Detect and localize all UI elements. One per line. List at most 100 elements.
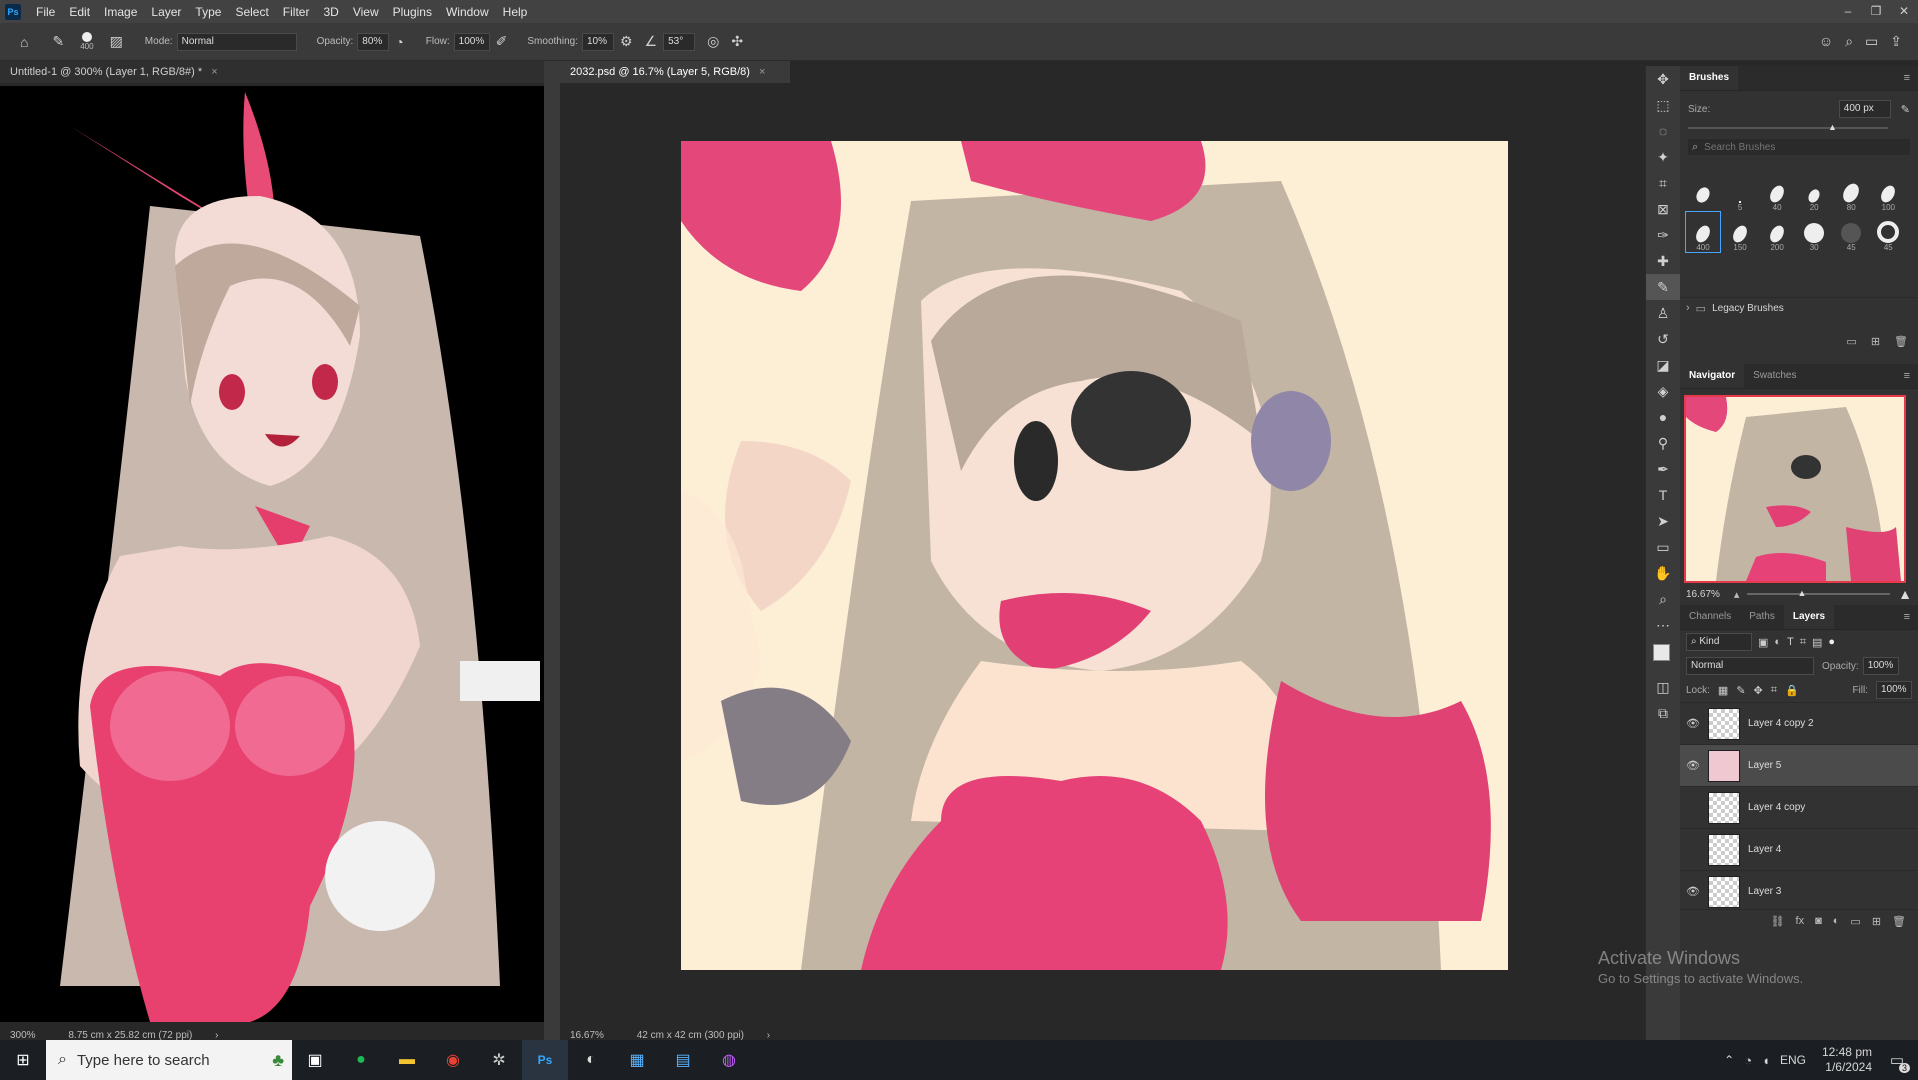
frame-tool-icon[interactable]: ⊠ [1646, 196, 1680, 222]
menu-plugins[interactable]: Plugins [386, 5, 439, 19]
screen-mode-icon[interactable]: ⧉ [1646, 700, 1680, 726]
tab-swatches[interactable]: Swatches [1744, 364, 1805, 388]
tab-navigator[interactable]: Navigator [1680, 364, 1745, 388]
adjustment-layer-icon[interactable]: ◐ [1833, 915, 1840, 927]
magic-wand-tool-icon[interactable]: ✦ [1646, 144, 1680, 170]
spotify-icon[interactable]: ● [338, 1040, 384, 1080]
workspace-icon[interactable]: ▭ [1865, 33, 1878, 50]
filter-smart-object-icon[interactable]: ▤ [1812, 636, 1822, 649]
task-view-icon[interactable]: ▣ [292, 1040, 338, 1080]
filter-adjustment-icon[interactable]: ◐ [1774, 636, 1781, 648]
menu-layer[interactable]: Layer [144, 5, 188, 19]
tab-untitled[interactable]: Untitled-1 @ 300% (Layer 1, RGB/8#) * × [0, 61, 554, 83]
menu-window[interactable]: Window [439, 5, 496, 19]
restore-button[interactable]: ❐ [1862, 0, 1890, 23]
filter-pixel-icon[interactable]: ▣ [1758, 636, 1768, 649]
stamp-tool-icon[interactable]: ♙ [1646, 300, 1680, 326]
search-icon[interactable]: ⌕ [1845, 33, 1853, 50]
layer-kind-filter[interactable]: ⌕ Kind [1686, 633, 1752, 651]
brush-preset[interactable]: 5 [1723, 172, 1757, 212]
filter-type-icon[interactable]: T [1787, 636, 1794, 648]
brush-search-field[interactable]: ⌕ [1688, 139, 1910, 155]
lasso-tool-icon[interactable]: ◌ [1646, 118, 1680, 144]
discord-icon[interactable]: ◍ [706, 1040, 752, 1080]
symmetry-icon[interactable]: ✣ [731, 33, 743, 50]
brush-preset[interactable]: 45 [1871, 212, 1905, 252]
healing-tool-icon[interactable]: ✚ [1646, 248, 1680, 274]
foreground-color-swatch[interactable] [1653, 644, 1670, 661]
zoom-out-icon[interactable]: ▴ [1734, 588, 1740, 601]
chrome-icon[interactable]: ◉ [430, 1040, 476, 1080]
layer-row[interactable]: 👁 Layer 4 copy 2 [1680, 703, 1918, 745]
share-icon[interactable]: ⇪ [1890, 33, 1902, 50]
navigator-zoom-value[interactable]: 16.67% [1686, 589, 1720, 600]
smoothing-input[interactable]: 10% [581, 32, 614, 51]
zoom-in-icon[interactable]: ▲ [1898, 586, 1912, 602]
photoshop-taskbar-icon[interactable]: Ps [522, 1040, 568, 1080]
eraser-tool-icon[interactable]: ◪ [1646, 352, 1680, 378]
blur-tool-icon[interactable]: ● [1646, 404, 1680, 430]
brush-size-slider[interactable]: ▲ [1688, 122, 1888, 132]
tab-close-icon[interactable]: × [211, 66, 217, 78]
brush-preset[interactable]: 150 [1723, 212, 1757, 252]
filter-toggle-icon[interactable]: ● [1828, 636, 1835, 648]
close-window-button[interactable]: ✕ [1890, 0, 1918, 23]
brush-size-slider-thumb[interactable]: ▲ [1828, 122, 1837, 132]
dodge-tool-icon[interactable]: ⚲ [1646, 430, 1680, 456]
panel-menu-icon[interactable]: ≡ [1904, 370, 1910, 382]
move-tool-icon[interactable]: ✥ [1646, 66, 1680, 92]
blend-mode-select[interactable]: Normal [1686, 657, 1814, 675]
eye-icon[interactable]: 👁 [1680, 759, 1706, 772]
paint-bucket-tool-icon[interactable]: ◈ [1646, 378, 1680, 404]
shape-tool-icon[interactable]: ▭ [1646, 534, 1680, 560]
new-brush-icon[interactable]: ⊞ [1871, 335, 1880, 348]
calculator-icon[interactable]: ▦ [614, 1040, 660, 1080]
brush-settings-icon[interactable]: ✎ [1901, 103, 1910, 116]
minimize-button[interactable]: – [1834, 0, 1862, 23]
panel-menu-icon[interactable]: ≡ [1904, 72, 1910, 84]
fx-icon[interactable]: fx [1796, 915, 1805, 927]
steam-icon[interactable]: ◐ [568, 1040, 614, 1080]
brush-preset[interactable]: 100 [1871, 172, 1905, 212]
add-mask-icon[interactable]: ◙ [1815, 915, 1822, 927]
zoom-tool-icon[interactable]: ⌕ [1646, 586, 1680, 612]
brush-size-input[interactable]: 400 px [1838, 100, 1891, 118]
menu-select[interactable]: Select [228, 5, 275, 19]
panel-menu-icon[interactable]: ≡ [1904, 611, 1910, 623]
history-brush-tool-icon[interactable]: ↺ [1646, 326, 1680, 352]
pen-tool-icon[interactable]: ✒ [1646, 456, 1680, 482]
hand-tool-icon[interactable]: ✋ [1646, 560, 1680, 586]
gear-icon[interactable]: ⚙ [620, 33, 633, 50]
brush-search-input[interactable] [1702, 140, 1887, 154]
opacity-input[interactable]: 80% [357, 32, 390, 51]
layer-fill-input[interactable]: 100% [1876, 681, 1912, 699]
trash-icon[interactable]: 🗑 [1892, 915, 1906, 928]
zoom-slider[interactable]: ▲ [1747, 588, 1891, 598]
speaker-icon[interactable]: ◖ [1762, 1053, 1770, 1068]
filter-shape-icon[interactable]: ⌗ [1800, 636, 1806, 649]
path-select-tool-icon[interactable]: ➤ [1646, 508, 1680, 534]
brush-preset[interactable]: 30 [1797, 212, 1831, 252]
type-tool-icon[interactable]: T [1646, 482, 1680, 508]
brush-tool-icon[interactable]: ✎ [1646, 274, 1680, 300]
eye-icon[interactable]: 👁 [1680, 717, 1706, 730]
brush-preset[interactable]: 45 [1834, 212, 1868, 252]
menu-edit[interactable]: Edit [62, 5, 97, 19]
app-icon[interactable]: ✲ [476, 1040, 522, 1080]
pressure-size-icon[interactable]: ◎ [707, 33, 719, 50]
wifi-icon[interactable]: ◔ [1744, 1053, 1752, 1068]
main-artboard[interactable] [681, 141, 1508, 970]
menu-view[interactable]: View [346, 5, 386, 19]
tab-close-icon[interactable]: × [759, 66, 765, 78]
tab-paths[interactable]: Paths [1740, 605, 1784, 629]
angle-input[interactable]: 53° [663, 32, 696, 51]
tab-brushes[interactable]: Brushes [1680, 66, 1739, 90]
brush-preset[interactable]: 200 [1760, 212, 1794, 252]
brush-folder-row[interactable]: › ▭ Legacy Brushes [1680, 297, 1918, 318]
notification-center-icon[interactable]: ▭ 3 [1882, 1051, 1912, 1073]
menu-help[interactable]: Help [496, 5, 535, 19]
mode-select[interactable]: Normal [176, 32, 297, 51]
brush-preset[interactable]: 40 [1760, 172, 1794, 212]
layer-row[interactable]: 👁 Layer 3 [1680, 871, 1918, 909]
layer-row-selected[interactable]: 👁 Layer 5 [1680, 745, 1918, 787]
